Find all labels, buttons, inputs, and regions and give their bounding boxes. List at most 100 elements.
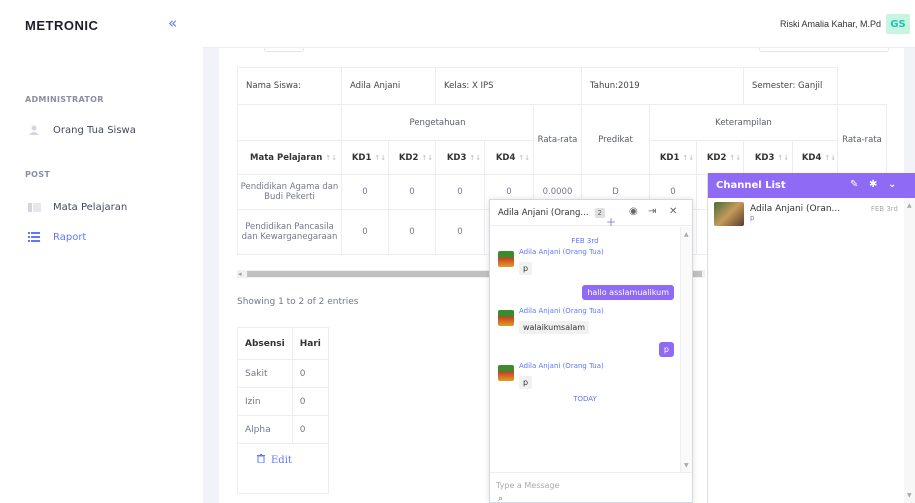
user-name[interactable]: Riski Amalia Kahar, M.Pd <box>780 19 881 29</box>
top-header: Riski Amalia Kahar, M.Pd GS <box>203 0 915 48</box>
avatar[interactable]: GS <box>886 14 910 34</box>
col-header-mata-pelajaran[interactable]: Mata Pelajaran ↑↓ <box>237 140 342 175</box>
col-header-k-kd1[interactable]: KD1 ↑↓ <box>649 140 697 175</box>
col-header-kd1[interactable]: KD1 ↑↓ <box>341 140 389 175</box>
header-spacer <box>237 104 342 141</box>
col-header-label: KD1 <box>351 152 372 163</box>
table-row: Sakit 0 <box>237 359 329 388</box>
table-row: Alpha 0 <box>237 415 329 444</box>
sort-icon: ↑↓ <box>325 153 337 162</box>
table-search-input[interactable] <box>759 48 889 52</box>
sort-icon: ↑↓ <box>469 153 482 162</box>
col-header-rata-rata[interactable]: Rata-rata <box>533 104 582 175</box>
channel-last-message: p <box>750 214 755 222</box>
absensi-value: 0 <box>291 415 329 444</box>
gear-icon[interactable]: ✱ <box>869 179 877 190</box>
message-text: p <box>519 262 533 275</box>
chat-scrollbar[interactable]: ▲ ▼ <box>680 227 692 473</box>
col-header-k-kd4[interactable]: KD4 ↑↓ <box>792 140 838 175</box>
col-header-label: KD2 <box>706 152 727 163</box>
message-incoming: Adila Anjani (Orang Tua) p <box>498 362 604 389</box>
col-header-kd3[interactable]: KD3 ↑↓ <box>435 140 485 175</box>
edit-button-label: Edit <box>271 454 292 466</box>
channel-list-panel: Channel List ✎ ✱ ⌄ Adila Anjani (Oran...… <box>707 173 915 503</box>
col-header-k-kd2[interactable]: KD2 ↑↓ <box>696 140 744 175</box>
cell-kd1: 0 <box>341 209 389 255</box>
message-sender: Adila Anjani (Orang Tua) <box>519 362 604 370</box>
info-tahun: Tahun:2019 <box>581 67 744 105</box>
message-text: p <box>519 376 533 389</box>
channel-date: FEB 3rd <box>870 205 898 213</box>
chevron-down-icon[interactable]: ⌄ <box>888 179 896 190</box>
col-header-label: KD4 <box>801 152 822 163</box>
chat-title: Adila Anjani (Orang... <box>498 207 589 218</box>
col-header-predikat[interactable]: Predikat <box>581 104 650 175</box>
col-header-kd2[interactable]: KD2 ↑↓ <box>388 140 436 175</box>
message-input[interactable] <box>496 481 686 490</box>
sidebar-item-label: Raport <box>53 231 87 243</box>
chat-composer: ⌕ <box>490 472 692 503</box>
sort-icon: ↑↓ <box>729 153 742 162</box>
sidebar-item-orang-tua-siswa[interactable]: Orang Tua Siswa <box>0 117 203 143</box>
date-separator: FEB 3rd <box>571 237 599 245</box>
sort-icon: ↑↓ <box>682 153 695 162</box>
sidebar-item-label: Mata Pelajaran <box>53 201 128 213</box>
list-icon <box>27 232 41 242</box>
page-length-select[interactable] <box>264 48 304 52</box>
user-icon <box>27 125 41 135</box>
scroll-down-arrow-icon[interactable]: ▼ <box>684 462 689 469</box>
sidebar: METRONIC « ADMINISTRATOR Orang Tua Siswa… <box>0 0 203 503</box>
scroll-left-arrow-icon[interactable]: ◂ <box>238 270 242 278</box>
col-header-label: KD4 <box>495 152 516 163</box>
sort-icon: ↑↓ <box>518 153 531 162</box>
channel-list-header[interactable]: Channel List ✎ ✱ ⌄ <box>708 173 915 198</box>
brand-logo[interactable]: METRONIC <box>25 18 98 33</box>
close-icon[interactable]: ✕ <box>669 206 677 217</box>
cell-kd1: 0 <box>341 174 389 210</box>
message-sender: Adila Anjani (Orang Tua) <box>519 307 604 315</box>
col-header-label: Rata-rata <box>537 134 578 145</box>
col-header-label: KD3 <box>754 152 775 163</box>
sort-icon: ↑↓ <box>824 153 837 162</box>
info-nama-value: Adila Anjani <box>341 67 436 105</box>
info-nama-label: Nama Siswa: <box>237 67 342 105</box>
scroll-up-arrow-icon[interactable]: ▲ <box>684 231 689 238</box>
sidebar-item-mata-pelajaran[interactable]: Mata Pelajaran <box>0 194 203 220</box>
edit-button[interactable]: Edit <box>257 454 292 466</box>
channel-name: Adila Anjani (Oran... <box>750 204 841 214</box>
channel-list-title: Channel List <box>716 180 786 191</box>
col-header-k-kd3[interactable]: KD3 ↑↓ <box>743 140 793 175</box>
unread-badge: 2 <box>594 207 605 218</box>
avatar <box>498 310 514 326</box>
popout-icon[interactable]: ⇥ <box>648 206 656 217</box>
sort-icon: ↑↓ <box>374 153 387 162</box>
absensi-table: Absensi Hari Sakit 0 Izin 0 Alpha 0 <box>237 327 329 494</box>
avatar <box>498 251 514 267</box>
cell-mapel: Pendidikan Agama dan Budi Pekerti <box>237 174 342 210</box>
edit-icon[interactable]: ✎ <box>850 179 858 190</box>
attach-icon[interactable]: ⌕ <box>498 494 503 503</box>
col-header-hari: Hari <box>291 327 329 360</box>
sidebar-item-label: Orang Tua Siswa <box>53 124 136 136</box>
scroll-up-arrow-icon[interactable]: ▲ <box>907 202 912 209</box>
col-header-label: Rata-rata <box>842 134 882 145</box>
chat-header[interactable]: Adila Anjani (Orang... 2 ◉ ⇥ ✕ + <box>490 200 692 229</box>
col-header-kd4[interactable]: KD4 ↑↓ <box>484 140 534 175</box>
table-row: Izin 0 <box>237 387 329 416</box>
absensi-value: 0 <box>291 387 329 416</box>
sidebar-item-raport[interactable]: Raport <box>0 224 203 250</box>
channel-item[interactable]: Adila Anjani (Oran... p FEB 3rd <box>708 200 904 232</box>
absensi-label: Izin <box>237 387 293 416</box>
cell-kd3: 0 <box>435 174 485 210</box>
date-separator: TODAY <box>573 395 597 403</box>
cell-kd2: 0 <box>388 209 436 255</box>
col-header-rata-rata-2[interactable]: Rata-rata <box>837 104 887 175</box>
user-circle-icon[interactable]: ◉ <box>629 206 638 217</box>
collapse-sidebar-icon[interactable]: « <box>168 14 177 32</box>
message-sender: Adila Anjani (Orang Tua) <box>519 248 604 256</box>
scroll-down-arrow-icon[interactable]: ▼ <box>907 492 912 499</box>
channel-scrollbar[interactable]: ▲ ▼ <box>904 198 915 503</box>
message-incoming: Adila Anjani (Orang Tua) walaikumsalam <box>498 307 604 334</box>
chat-messages: FEB 3rd Adila Anjani (Orang Tua) p hallo… <box>490 227 680 463</box>
group-header-keterampilan: Keterampilan <box>649 104 838 141</box>
